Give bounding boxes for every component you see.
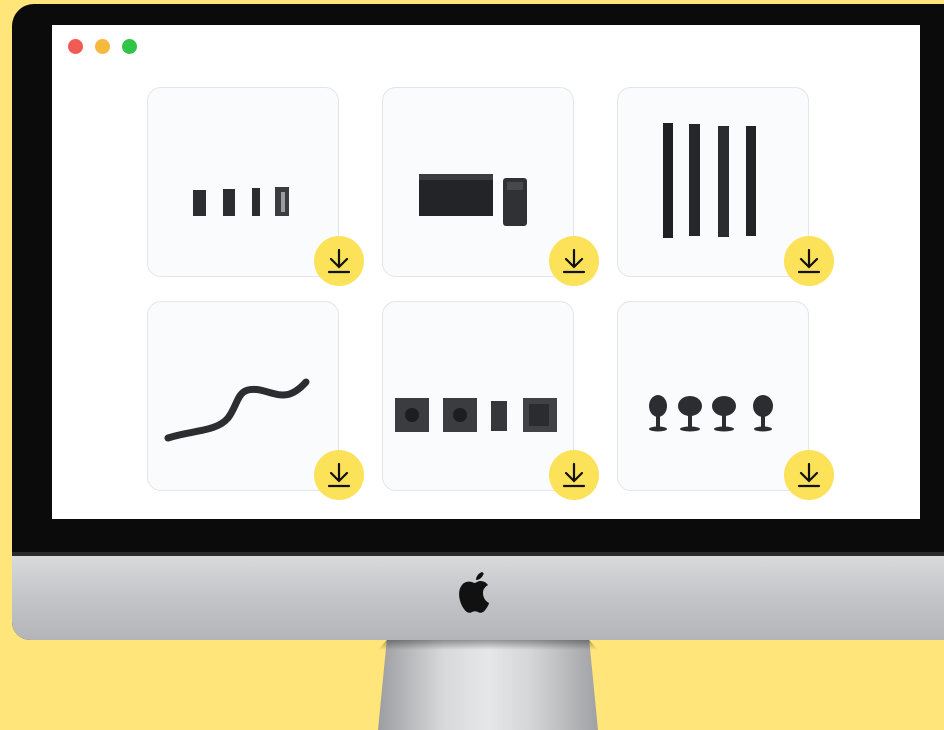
column-speakers-icon [663, 123, 756, 238]
download-button[interactable] [784, 236, 834, 286]
close-button[interactable] [68, 39, 83, 54]
download-button[interactable] [784, 450, 834, 500]
zoom-button[interactable] [122, 39, 137, 54]
compact-speakers-icon [193, 187, 289, 216]
imac-stand [378, 640, 598, 730]
download-button[interactable] [549, 236, 599, 286]
subwoofer-amplifier-icon [419, 174, 527, 226]
product-card-column-speakers[interactable] [617, 87, 809, 277]
download-icon [797, 248, 821, 274]
cable-icon [164, 378, 310, 442]
download-button[interactable] [314, 450, 364, 500]
ceiling-speakers-icon [395, 398, 557, 432]
download-icon [562, 462, 586, 488]
window-controls [68, 39, 137, 54]
product-card-cable[interactable] [147, 301, 339, 491]
download-icon [562, 248, 586, 274]
product-card-mounted-speakers[interactable] [617, 301, 809, 491]
apple-logo-icon [459, 572, 489, 613]
download-button[interactable] [314, 236, 364, 286]
screen [52, 25, 920, 519]
product-card-subwoofer-amplifier[interactable] [382, 87, 574, 277]
minimize-button[interactable] [95, 39, 110, 54]
mounted-speakers-icon [649, 395, 773, 432]
download-button[interactable] [549, 450, 599, 500]
product-card-ceiling-speakers[interactable] [382, 301, 574, 491]
download-icon [327, 248, 351, 274]
download-icon [327, 462, 351, 488]
download-icon [797, 462, 821, 488]
product-card-compact-speakers[interactable] [147, 87, 339, 277]
stand-shadow [378, 640, 598, 650]
